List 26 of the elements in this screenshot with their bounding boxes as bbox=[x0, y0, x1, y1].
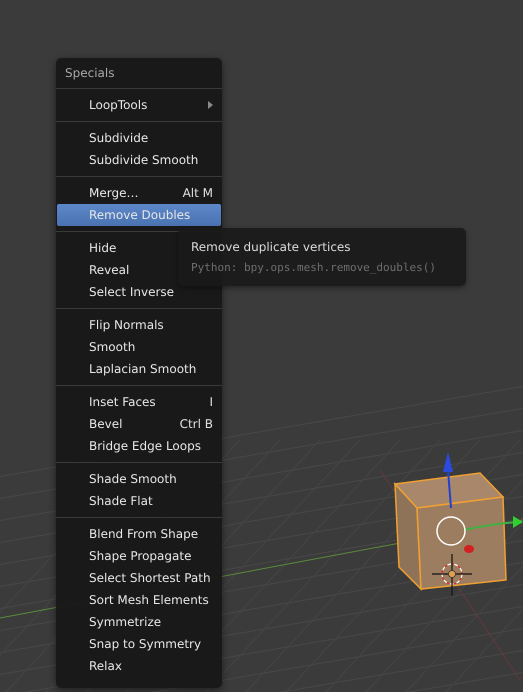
menu-item[interactable]: Sort Mesh Elements bbox=[57, 589, 221, 611]
shortcut-label: Alt M bbox=[182, 186, 213, 200]
menu-item[interactable]: Merge… Alt M bbox=[57, 182, 221, 204]
menu-item[interactable]: Laplacian Smooth bbox=[57, 358, 221, 380]
tooltip-python-path: Python: bpy.ops.mesh.remove_doubles() bbox=[191, 261, 438, 274]
menu-item[interactable]: LoopTools bbox=[57, 94, 221, 116]
shortcut-label: I bbox=[209, 395, 213, 409]
menu-item[interactable]: Flip Normals bbox=[57, 314, 221, 336]
menu-item[interactable]: Bridge Edge Loops bbox=[57, 435, 221, 457]
menu-item[interactable]: Relax bbox=[57, 655, 221, 677]
menu-item[interactable]: Shade Smooth bbox=[57, 468, 221, 490]
menu-item[interactable]: Inset Faces I bbox=[57, 391, 221, 413]
menu-item[interactable]: Blend From Shape bbox=[57, 523, 221, 545]
menu-item[interactable]: Smooth bbox=[57, 336, 221, 358]
menu-title: Specials bbox=[64, 65, 116, 82]
menu-item[interactable]: Shade Flat bbox=[57, 490, 221, 512]
menu-item[interactable]: Select Shortest Path bbox=[57, 567, 221, 589]
tooltip-description: Remove duplicate vertices bbox=[191, 240, 352, 254]
shortcut-label: Ctrl B bbox=[180, 417, 213, 431]
menu-item[interactable]: Symmetrize bbox=[57, 611, 221, 633]
menu-item[interactable]: Shape Propagate bbox=[57, 545, 221, 567]
menu-item[interactable]: Snap to Symmetry bbox=[57, 633, 221, 655]
menu-item[interactable]: Subdivide bbox=[57, 127, 221, 149]
menu-item[interactable]: Subdivide Smooth bbox=[57, 149, 221, 171]
menu-item[interactable]: Select Inverse bbox=[57, 281, 221, 303]
menu-item[interactable]: Bevel Ctrl B bbox=[57, 413, 221, 435]
